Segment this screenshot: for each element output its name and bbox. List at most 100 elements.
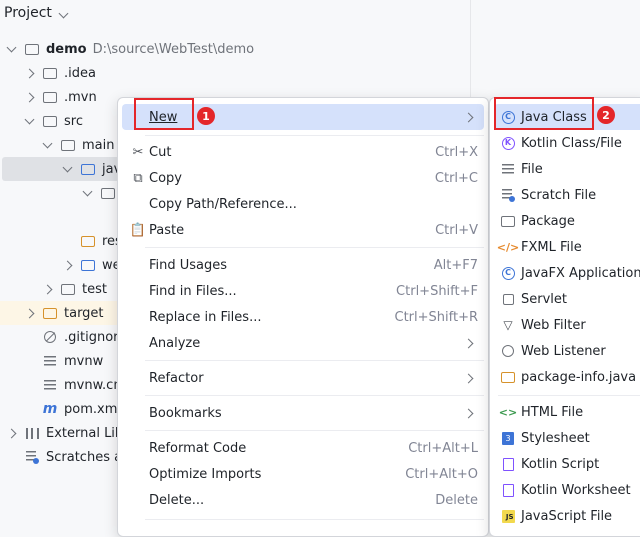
tree-item-pom[interactable]: m pom.xml — [22, 397, 121, 421]
chevron-right-icon[interactable] — [22, 308, 36, 318]
menu-separator — [145, 395, 484, 396]
tree-item-idea[interactable]: .idea — [22, 61, 96, 85]
tree-item-label: .idea — [64, 65, 96, 81]
folder-icon — [42, 114, 58, 128]
chevron-down-icon[interactable] — [4, 42, 18, 53]
chevron-down-icon[interactable] — [58, 5, 69, 21]
folder-icon — [60, 282, 76, 296]
tree-root-demo[interactable]: demo D:\source\WebTest\demo — [4, 37, 254, 61]
submenu-item-javafx-application[interactable]: C JavaFX Application — [494, 260, 640, 286]
scissors-icon: ✂ — [132, 144, 144, 160]
tree-item-label: target — [64, 305, 104, 321]
menu-item-optimize-imports[interactable]: Optimize Imports Ctrl+Alt+O — [122, 461, 484, 487]
chevron-right-icon[interactable] — [22, 68, 36, 78]
kotlin-script-icon — [500, 456, 516, 472]
submenu-item-kotlin-class[interactable]: K Kotlin Class/File — [494, 130, 640, 156]
menu-item-label: Copy Path/Reference... — [149, 196, 297, 212]
submenu-item-scratch-file[interactable]: Scratch File — [494, 182, 640, 208]
copy-icon: ⧉ — [133, 170, 143, 186]
submenu-item-servlet[interactable]: Servlet — [494, 286, 640, 312]
tree-item-test[interactable]: test — [40, 277, 107, 301]
tree-item-label: src — [64, 113, 83, 129]
tree-item-main[interactable]: main — [40, 133, 114, 157]
menu-item-shortcut: Delete — [435, 492, 478, 508]
servlet-icon — [500, 291, 516, 307]
submenu-item-label: Kotlin Script — [521, 456, 600, 472]
submenu-item-file[interactable]: File — [494, 156, 640, 182]
menu-item-find-usages[interactable]: Find Usages Alt+F7 — [122, 252, 484, 278]
new-submenu: C Java Class K Kotlin Class/File File Sc… — [489, 97, 640, 537]
scratch-file-icon — [500, 187, 516, 203]
submenu-item-label: Web Listener — [521, 343, 606, 359]
ignore-file-icon — [42, 330, 58, 344]
submenu-item-kotlin-script[interactable]: Kotlin Script — [494, 451, 640, 477]
tree-item-mvn[interactable]: .mvn — [22, 85, 97, 109]
submenu-item-label: Stylesheet — [521, 430, 590, 446]
menu-separator — [145, 247, 484, 248]
chevron-right-icon[interactable] — [22, 92, 36, 102]
submenu-item-kotlin-worksheet[interactable]: Kotlin Worksheet — [494, 477, 640, 503]
submenu-item-label: JavaFX Application — [521, 265, 640, 281]
submenu-item-package[interactable]: Package — [494, 208, 640, 234]
menu-item-label: Paste — [149, 222, 185, 238]
annotation-badge-2: 2 — [597, 106, 615, 124]
paste-icon: 📋 — [129, 222, 147, 238]
menu-item-refactor[interactable]: Refactor — [122, 365, 484, 391]
menu-item-shortcut: Ctrl+C — [434, 170, 478, 186]
web-folder-icon — [80, 258, 96, 272]
menu-item-replace-in-files[interactable]: Replace in Files... Ctrl+Shift+R — [122, 304, 484, 330]
menu-item-copy[interactable]: ⧉ Copy Ctrl+C — [122, 165, 484, 191]
tree-item-label: pom.xml — [64, 401, 121, 417]
chevron-right-icon — [463, 371, 474, 386]
menu-item-bookmarks[interactable]: Bookmarks — [122, 400, 484, 426]
menu-item-find-in-files[interactable]: Find in Files... Ctrl+Shift+F — [122, 278, 484, 304]
chevron-right-icon[interactable] — [40, 284, 54, 294]
submenu-item-fxml-file[interactable]: </> FXML File — [494, 234, 640, 260]
package-icon — [500, 213, 516, 229]
menu-item-copy-path[interactable]: Copy Path/Reference... — [122, 191, 484, 217]
submenu-item-web-listener[interactable]: Web Listener — [494, 338, 640, 364]
folder-icon — [42, 90, 58, 104]
menu-item-label: Refactor — [149, 370, 204, 386]
tree-item-label: mvnw — [64, 353, 104, 369]
tree-item-target[interactable]: target — [22, 301, 104, 325]
tree-item-label: main — [82, 137, 115, 153]
project-panel-header[interactable]: Project — [4, 4, 69, 22]
tree-item-resources[interactable]: res — [60, 229, 122, 253]
tree-item-src[interactable]: src — [22, 109, 83, 133]
menu-item-shortcut: Alt+F7 — [433, 257, 478, 273]
chevron-down-icon[interactable] — [40, 138, 54, 149]
chevron-right-icon — [463, 406, 474, 421]
fxml-file-icon: </> — [496, 240, 520, 254]
tree-item-webapp[interactable]: we — [60, 253, 121, 277]
menu-item-label: Cut — [149, 144, 172, 160]
menu-item-shortcut: Ctrl+Shift+R — [394, 309, 479, 325]
chevron-right-icon[interactable] — [60, 260, 74, 270]
javascript-file-icon: JS — [500, 508, 516, 524]
menu-item-delete[interactable]: Delete... Delete — [122, 487, 484, 513]
submenu-item-web-filter[interactable]: ▽ Web Filter — [494, 312, 640, 338]
menu-item-cut[interactable]: ✂ Cut Ctrl+X — [122, 139, 484, 165]
menu-separator — [145, 430, 484, 431]
submenu-item-stylesheet[interactable]: 3 Stylesheet — [494, 425, 640, 451]
submenu-item-javascript-file[interactable]: JS JavaScript File — [494, 503, 640, 529]
library-icon — [24, 426, 40, 440]
chevron-down-icon[interactable] — [60, 162, 74, 173]
kotlin-worksheet-icon — [500, 482, 516, 498]
submenu-item-package-info[interactable]: package-info.java — [494, 364, 640, 390]
chevron-down-icon[interactable] — [80, 186, 94, 197]
listener-icon — [500, 343, 516, 359]
tree-item-package[interactable] — [80, 181, 122, 205]
tree-item-gitignore[interactable]: .gitignore — [22, 325, 126, 349]
chevron-down-icon[interactable] — [22, 114, 36, 125]
tree-item-java[interactable]: jav — [60, 157, 121, 181]
submenu-item-html-file[interactable]: <> HTML File — [494, 399, 640, 425]
menu-item-paste[interactable]: 📋 Paste Ctrl+V — [122, 217, 484, 243]
chevron-right-icon[interactable] — [4, 428, 18, 438]
menu-item-shortcut: Ctrl+Alt+O — [405, 466, 478, 482]
context-menu: New ✂ Cut Ctrl+X ⧉ Copy Ctrl+C Copy Path… — [117, 97, 489, 537]
tree-item-mvnw[interactable]: mvnw — [22, 349, 103, 373]
menu-item-reformat-code[interactable]: Reformat Code Ctrl+Alt+L — [122, 435, 484, 461]
menu-item-analyze[interactable]: Analyze — [122, 330, 484, 356]
submenu-item-label: JavaScript File — [521, 508, 613, 524]
